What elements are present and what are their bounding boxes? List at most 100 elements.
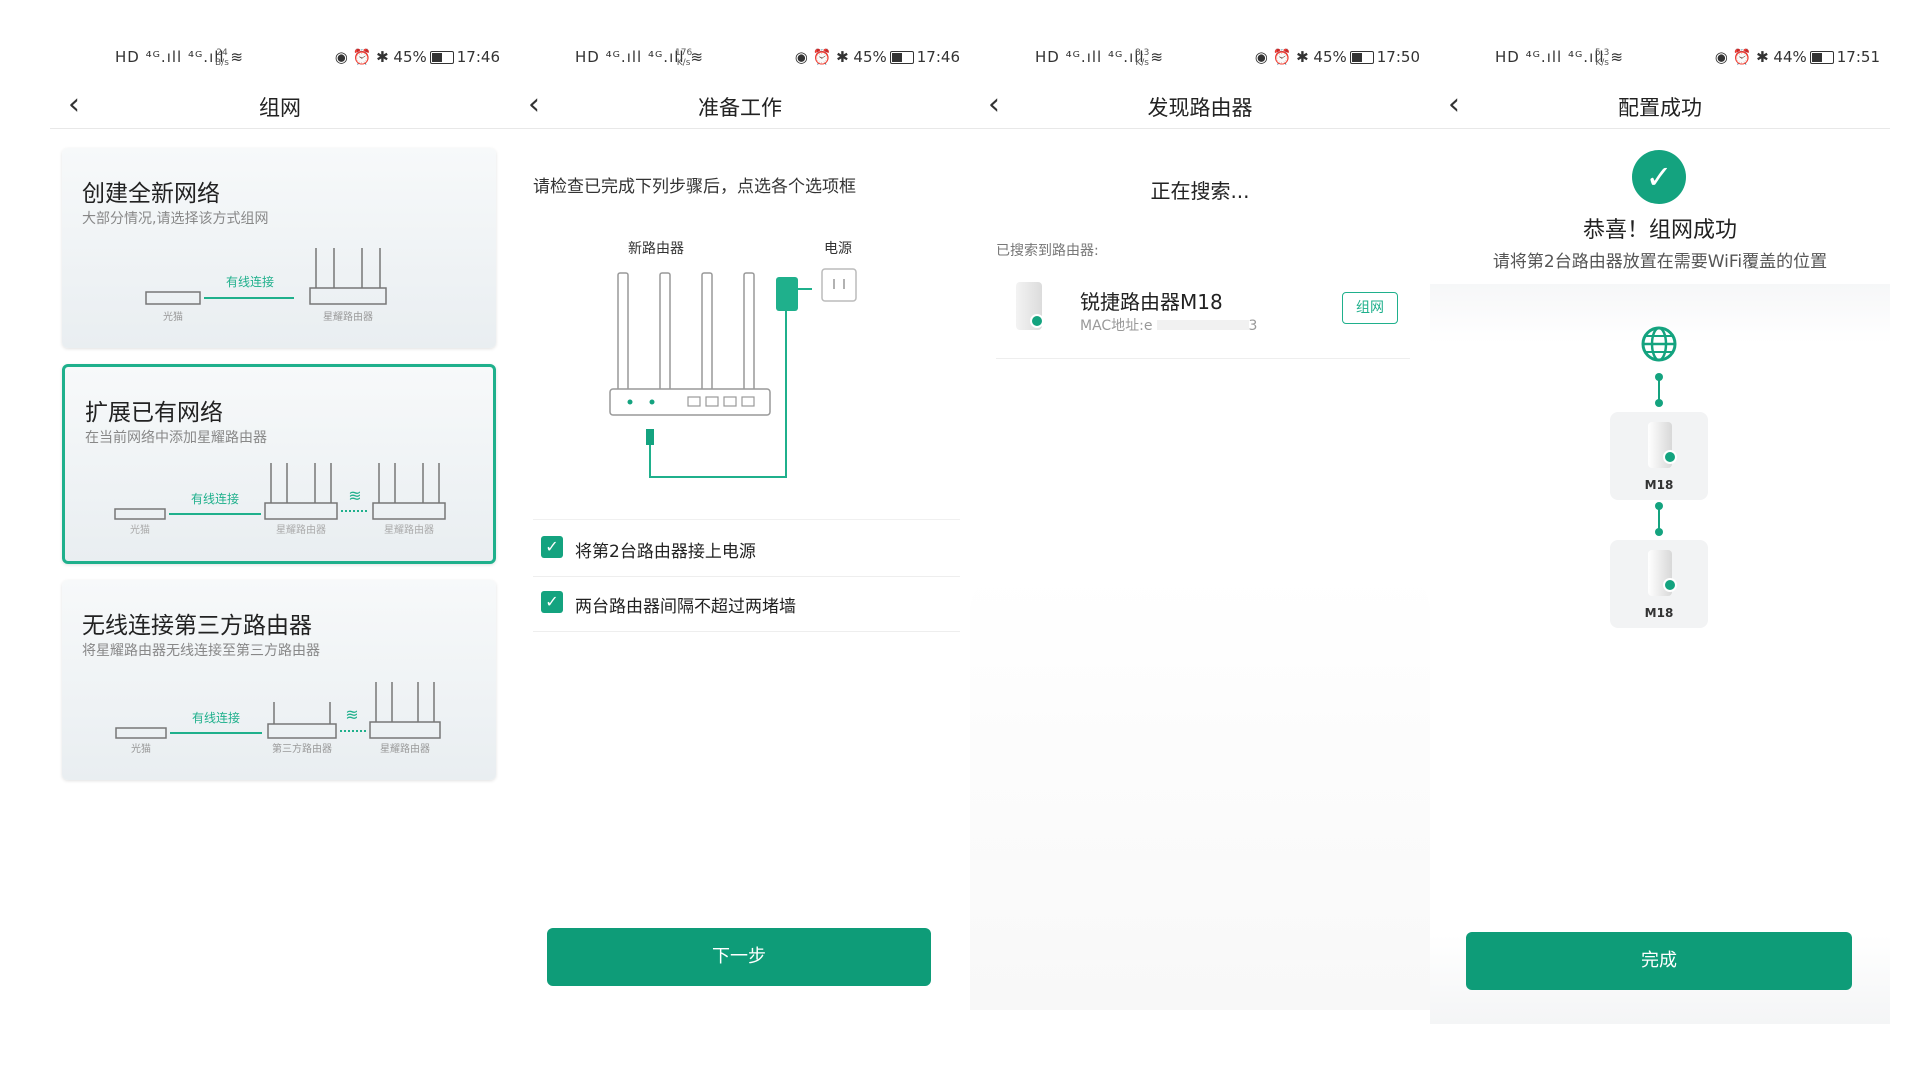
card-create-network[interactable]: 创建全新网络 大部分情况,请选择该方式组网 光猫 有线连接 星耀路由器 [62,148,496,348]
nav-bar: ‹ 组网 [50,88,510,129]
net-speed: 24 B/s [215,48,229,68]
status-dot [1663,450,1677,464]
diagram-svg: 新路由器 电源 [609,241,857,478]
link-label: 有线连接 [191,491,239,506]
wall-socket-icon [821,268,857,302]
net-speed: 8.3 K/s [1135,48,1150,68]
router-label: 新路由器 [628,241,684,257]
screen-discover-router: HD ⁴ᴳ.ıll ⁴ᴳ.ıll ≋ 8.3 K/s ◉ ⏰ ✱ 45% 17:50… [970,0,1430,1069]
success-check-icon: ✓ [1632,150,1686,204]
net-speed: 176 K/s [675,48,693,68]
router-node: M18 [1610,540,1708,628]
power-label: 电源 [824,241,852,257]
router-label: 星耀路由器 [384,523,434,536]
battery-icon [889,51,914,64]
background-panel [970,570,1430,1010]
node-label: M18 [1644,606,1674,620]
topology-link [1655,502,1663,536]
port-dot [649,399,655,405]
router-label: 星耀路由器 [276,523,326,536]
status-right: ◉ ⏰ ✱ 45% 17:46 [795,48,960,66]
check-power-row[interactable]: ✓ 将第2台路由器接上电源 [533,519,960,577]
card-extend-network[interactable]: 扩展已有网络 在当前网络中添加星耀路由器 光猫 有线连接 星耀路由器 ≋ 星耀路… [62,364,496,564]
status-bar: HD ⁴ᴳ.ıll ⁴ᴳ.ıll ≋ 24 B/s ◉ ⏰ ✱ 45% 17:46 [115,48,500,72]
instruction-text: 请检查已完成下列步骤后，点选各个选项框 [533,177,856,197]
screen-network-setup: HD ⁴ᴳ.ıll ⁴ᴳ.ıll ≋ 24 B/s ◉ ⏰ ✱ 45% 17:46 … [50,0,510,1069]
power-plug [646,429,654,445]
check-distance-row[interactable]: ✓ 两台路由器间隔不超过两堵墙 [533,575,960,632]
modem-icon [114,508,166,520]
screen-preparation: HD ⁴ᴳ.ıll ⁴ᴳ.ıll ≋ 176 K/s ◉ ⏰ ✱ 45% 17:46… [510,0,970,1069]
status-icons: ◉ ⏰ ✱ [1254,48,1309,66]
router-label: 星耀路由器 [380,742,430,755]
third-party-router-icon [267,702,337,739]
extend-diagram: 光猫 有线连接 星耀路由器 ≋ 星耀路由器 [65,457,493,547]
modem-label: 光猫 [131,742,151,755]
modem-label: 光猫 [130,523,150,536]
nav-bar: ‹ 发现路由器 [970,88,1430,129]
check-label: 两台路由器间隔不超过两堵墙 [575,597,796,617]
router-label: 星耀路由器 [323,310,373,323]
mac-redacted [1156,320,1249,330]
status-dot [1030,314,1044,328]
card-title: 创建全新网络 [82,181,220,207]
check-label: 将第2台路由器接上电源 [575,542,756,562]
clock: 17:50 [1376,48,1420,66]
wifi-icon: ≋ [345,705,358,724]
router-icon [372,463,446,520]
diagram-svg: 光猫 有线连接 星耀路由器 [145,248,387,323]
nav-bar: ‹ 配置成功 [1430,88,1890,129]
port-dot [627,399,633,405]
link-label: 有线连接 [192,710,240,725]
modem-icon [115,727,167,739]
page-title: 配置成功 [1618,96,1702,120]
join-network-button[interactable]: 组网 [1342,292,1398,324]
searching-status: 正在搜索... [1150,179,1250,203]
battery-icon [429,51,454,64]
status-right: ◉ ⏰ ✱ 45% 17:46 [335,48,500,66]
router-icon [264,463,338,520]
router-device-icon [1016,282,1044,330]
card-subtitle: 将星耀路由器无线连接至第三方路由器 [82,643,320,659]
status-bar: HD ⁴ᴳ.ıll ⁴ᴳ.ıll ≋ 176 K/s ◉ ⏰ ✱ 45% 17:46 [575,48,960,72]
router-icon [609,272,771,416]
checkbox-checked-icon[interactable]: ✓ [541,591,563,613]
status-bar: HD ⁴ᴳ.ıll ⁴ᴳ.ıll ≋ 5.3 K/s ◉ ⏰ ✱ 44% 17:51 [1495,48,1880,72]
checkbox-checked-icon[interactable]: ✓ [541,536,563,558]
card-wireless-third-party[interactable]: 无线连接第三方路由器 将星耀路由器无线连接至第三方路由器 光猫 有线连接 第三方… [62,580,496,780]
found-router-item[interactable]: 锐捷路由器M18 MAC地址:e 3 组网 [996,268,1410,359]
done-button[interactable]: 完成 [1466,932,1852,990]
wired-diagram: 光猫 有线连接 星耀路由器 [62,244,496,334]
clock: 17:51 [1836,48,1880,66]
card-title: 无线连接第三方路由器 [82,613,312,639]
clock: 17:46 [916,48,960,66]
page-title: 发现路由器 [1147,96,1253,120]
node-label: M18 [1644,478,1674,492]
card-title: 扩展已有网络 [85,400,223,426]
topology-link [1655,373,1663,407]
status-bar: HD ⁴ᴳ.ıll ⁴ᴳ.ıll ≋ 8.3 K/s ◉ ⏰ ✱ 45% 17:50 [1035,48,1420,72]
router-name: 锐捷路由器M18 [1080,290,1223,314]
battery-percent: 45% [853,48,887,66]
router-icon [369,682,441,739]
third-party-label: 第三方路由器 [272,742,332,755]
card-subtitle: 在当前网络中添加星耀路由器 [85,430,267,446]
net-speed: 5.3 K/s [1595,48,1610,68]
link-label: 有线连接 [226,274,274,289]
diagram-svg: 光猫 有线连接 第三方路由器 ≋ 星耀路由器 [115,682,441,755]
topology-panel [1430,284,1890,1024]
next-step-button[interactable]: 下一步 [547,928,931,986]
battery-percent: 44% [1773,48,1807,66]
nav-bar: ‹ 准备工作 [510,88,970,129]
card-subtitle: 大部分情况,请选择该方式组网 [82,211,269,227]
status-right: ◉ ⏰ ✱ 45% 17:50 [1255,48,1420,66]
found-label: 已搜索到路由器: [996,243,1099,259]
battery-percent: 45% [1313,48,1347,66]
power-adapter-icon [776,277,798,311]
internet-globe-icon [1641,326,1677,362]
diagram-svg: 光猫 有线连接 星耀路由器 ≋ 星耀路由器 [114,463,446,536]
status-dot [1663,578,1677,592]
success-message: 恭喜！组网成功 [1582,218,1737,243]
stage: HD ⁴ᴳ.ıll ⁴ᴳ.ıll ≋ 24 B/s ◉ ⏰ ✱ 45% 17:46 … [0,0,1920,1069]
router-node: M18 [1610,412,1708,500]
